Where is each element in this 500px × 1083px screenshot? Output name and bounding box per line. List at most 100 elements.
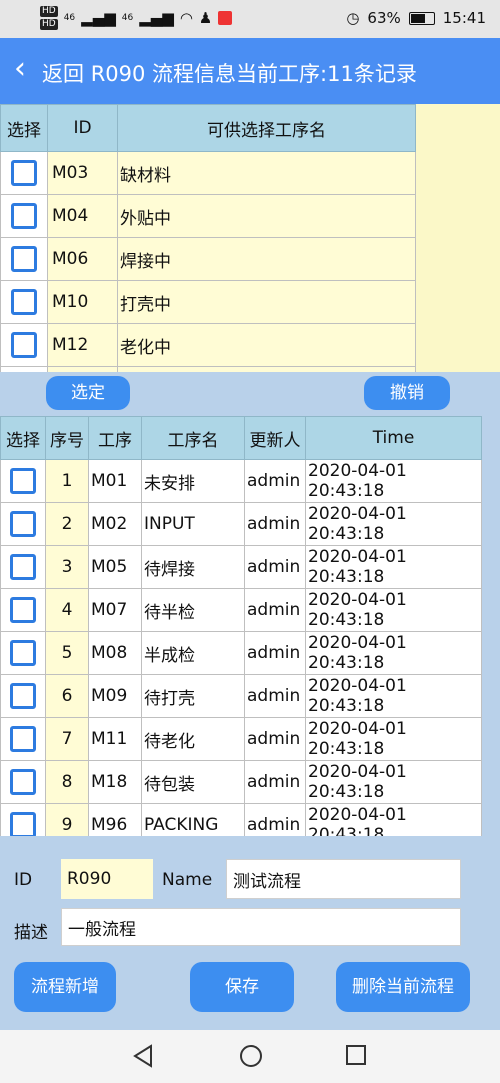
battery-icon bbox=[408, 11, 435, 25]
column-header-select: 选择 bbox=[0, 104, 48, 152]
row-checkbox-cell[interactable] bbox=[0, 151, 48, 195]
table-row[interactable]: 5 M08 半成检 admin 2020-04-01 20:43:18 bbox=[0, 631, 482, 675]
available-process-grid[interactable]: 选择 ID 可供选择工序名 M03 缺材料 M04 外贴中 M06 焊接中 M10 打壳中 M1… bbox=[0, 104, 416, 372]
table-row[interactable]: 6 M09 待打壳 admin 2020-04-01 20:43:18 bbox=[0, 674, 482, 718]
delete-flow-button[interactable]: 删除当前流程 bbox=[336, 962, 470, 1012]
checkbox[interactable] bbox=[10, 511, 36, 537]
checkbox[interactable] bbox=[11, 246, 37, 272]
process-code: M11 bbox=[88, 717, 142, 761]
process-name: PACKING bbox=[141, 803, 245, 836]
table-row[interactable]: M13待印字 bbox=[0, 366, 416, 372]
checkbox[interactable] bbox=[11, 203, 37, 229]
select-button[interactable]: 选定 bbox=[46, 376, 130, 410]
description-field[interactable]: 一般流程 bbox=[61, 908, 461, 946]
recents-square-icon[interactable] bbox=[345, 1044, 367, 1066]
id-field[interactable]: R090 bbox=[61, 859, 153, 899]
process-code: M18 bbox=[88, 760, 142, 804]
back-triangle-icon[interactable] bbox=[132, 1044, 154, 1068]
row-checkbox-cell[interactable] bbox=[0, 674, 46, 718]
back-chevron-icon[interactable]: ‹ bbox=[14, 54, 26, 84]
column-header-id: ID bbox=[47, 104, 118, 152]
signal-label: 46 bbox=[63, 13, 76, 23]
row-checkbox-cell[interactable] bbox=[0, 237, 48, 281]
checkbox[interactable] bbox=[10, 468, 36, 494]
checkbox[interactable] bbox=[10, 640, 36, 666]
process-name: 待老化 bbox=[141, 717, 245, 761]
process-code: M09 bbox=[88, 674, 142, 718]
table-row[interactable]: M03 缺材料 bbox=[0, 151, 416, 195]
add-flow-button[interactable]: 流程新增 bbox=[14, 962, 116, 1012]
clock: 15:41 bbox=[442, 9, 486, 27]
row-checkbox-cell[interactable] bbox=[0, 194, 48, 238]
process-name: 焊接中 bbox=[117, 237, 416, 281]
table-row[interactable]: M06 焊接中 bbox=[0, 237, 416, 281]
table-row[interactable]: 3 M05 待焊接 admin 2020-04-01 20:43:18 bbox=[0, 545, 482, 589]
row-checkbox-cell[interactable] bbox=[0, 323, 48, 367]
back-label[interactable]: 返回 bbox=[42, 62, 84, 86]
name-field[interactable]: 测试流程 bbox=[226, 859, 461, 899]
row-checkbox-cell[interactable] bbox=[0, 280, 48, 324]
alarm-icon: ◷ bbox=[346, 9, 360, 27]
table-row[interactable]: M10 打壳中 bbox=[0, 280, 416, 324]
row-checkbox-cell[interactable] bbox=[0, 760, 46, 804]
column-header-code: 工序 bbox=[88, 416, 142, 460]
row-checkbox-cell[interactable] bbox=[0, 588, 46, 632]
row-checkbox-cell[interactable] bbox=[0, 545, 46, 589]
grid-empty-area bbox=[416, 104, 500, 372]
update-time: 2020-04-01 20:43:18 bbox=[305, 717, 482, 761]
table-row[interactable]: 4 M07 待半检 admin 2020-04-01 20:43:18 bbox=[0, 588, 482, 632]
checkbox[interactable] bbox=[11, 160, 37, 186]
table-row[interactable]: 1 M01 未安排 admin 2020-04-01 20:43:18 bbox=[0, 459, 482, 503]
table-row[interactable]: 9 M96 PACKING admin 2020-04-01 20:43:18 bbox=[0, 803, 482, 836]
checkbox[interactable] bbox=[10, 812, 36, 836]
update-time: 2020-04-01 20:43:18 bbox=[305, 760, 482, 804]
app-header: ‹ 返回 R090 流程信息当前工序:11条记录 bbox=[0, 38, 500, 104]
system-nav-bar bbox=[0, 1030, 500, 1083]
cancel-button[interactable]: 撤销 bbox=[364, 376, 450, 410]
process-name: 打壳中 bbox=[117, 280, 416, 324]
process-code: M02 bbox=[88, 502, 142, 546]
page-title: 返回 R090 流程信息当前工序:11条记录 bbox=[42, 58, 417, 88]
save-button[interactable]: 保存 bbox=[190, 962, 294, 1012]
notification-icon: ♟ bbox=[198, 9, 213, 27]
row-checkbox-cell[interactable] bbox=[0, 803, 46, 836]
table-row[interactable]: 8 M18 待包装 admin 2020-04-01 20:43:18 bbox=[0, 760, 482, 804]
current-process-grid[interactable]: 选择 序号 工序 工序名 更新人 Time 1 M01 未安排 admin 2020-0… bbox=[0, 416, 482, 836]
row-checkbox-cell[interactable] bbox=[0, 502, 46, 546]
process-name: INPUT bbox=[141, 502, 245, 546]
checkbox[interactable] bbox=[10, 554, 36, 580]
updated-by: admin bbox=[244, 760, 306, 804]
table-row[interactable]: 2 M02 INPUT admin 2020-04-01 20:43:18 bbox=[0, 502, 482, 546]
checkbox[interactable] bbox=[10, 683, 36, 709]
process-name: 待包装 bbox=[141, 760, 245, 804]
table-row[interactable]: M04 外贴中 bbox=[0, 194, 416, 238]
checkbox[interactable] bbox=[10, 726, 36, 752]
seq-number: 4 bbox=[45, 588, 89, 632]
column-header-time: Time bbox=[305, 416, 482, 460]
hd-badge: HD bbox=[40, 19, 58, 30]
process-code: M05 bbox=[88, 545, 142, 589]
process-name: 待半检 bbox=[141, 588, 245, 632]
column-header-process-name: 可供选择工序名 bbox=[117, 104, 416, 152]
checkbox[interactable] bbox=[11, 332, 37, 358]
seq-number: 1 bbox=[45, 459, 89, 503]
process-name: 半成检 bbox=[141, 631, 245, 675]
process-code: M08 bbox=[88, 631, 142, 675]
checkbox[interactable] bbox=[11, 289, 37, 315]
process-name: 待打壳 bbox=[141, 674, 245, 718]
row-checkbox-cell[interactable] bbox=[0, 717, 46, 761]
row-checkbox-cell[interactable] bbox=[0, 366, 48, 372]
checkbox[interactable] bbox=[10, 769, 36, 795]
title-text: R090 流程信息当前工序:11条记录 bbox=[90, 62, 417, 86]
wifi-icon: ◠ bbox=[179, 9, 193, 27]
table-row[interactable]: M12 老化中 bbox=[0, 323, 416, 367]
process-name: 外贴中 bbox=[117, 194, 416, 238]
table-row[interactable]: 7 M11 待老化 admin 2020-04-01 20:43:18 bbox=[0, 717, 482, 761]
row-checkbox-cell[interactable] bbox=[0, 459, 46, 503]
row-checkbox-cell[interactable] bbox=[0, 631, 46, 675]
update-time: 2020-04-01 20:43:18 bbox=[305, 588, 482, 632]
signal-icon: ▂▄▆ bbox=[139, 9, 174, 27]
home-circle-icon[interactable] bbox=[239, 1044, 263, 1068]
description-label: 描述 bbox=[14, 923, 48, 943]
checkbox[interactable] bbox=[10, 597, 36, 623]
